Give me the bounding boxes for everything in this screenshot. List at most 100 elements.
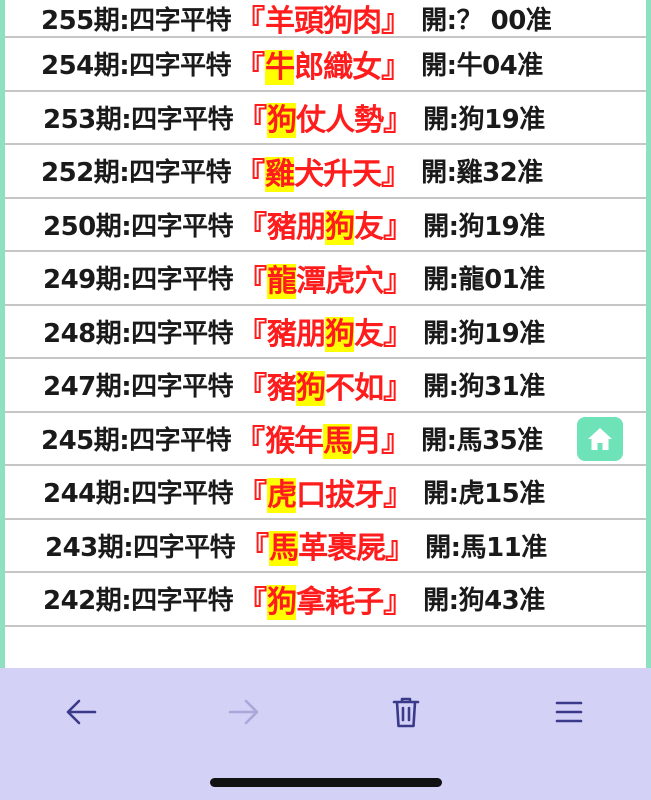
close-bracket: 』 [381,49,412,85]
menu-button[interactable] [539,688,599,736]
phrase-char: 郎 [294,49,324,85]
delete-button[interactable] [376,688,436,736]
phrase-char: 肉 [352,4,382,39]
open-bracket: 『 [237,477,268,513]
close-bracket: 』 [383,263,414,299]
phrase-char: 豬 [267,317,297,353]
phrase: 豬朋狗友 [267,202,384,246]
open-bracket: 『 [237,317,268,353]
result-label: 開:雞32准 [421,158,543,189]
phrase-char: 裹 [327,531,357,567]
highlighted-char: 狗 [325,317,355,353]
phrase-char: 人 [325,103,355,139]
highlighted-char: 雞 [265,156,295,192]
open-bracket: 『 [237,210,268,246]
phrase-char: 天 [352,156,382,192]
period-label: 250期:四字平特 [43,211,234,242]
phrase-char: 子 [354,584,384,620]
close-bracket: 』 [383,103,414,139]
phrase: 雞犬升天 [265,149,382,193]
period-label: 253期:四字平特 [43,104,234,135]
phrase-char: 友 [354,317,384,353]
phrase-char: 朋 [296,210,326,246]
phrase-char: 虎 [325,263,355,299]
trash-icon [392,697,420,728]
result-label: 開:龍01准 [423,265,545,296]
open-bracket: 『 [237,103,268,139]
phrase-char: 拔 [325,477,355,513]
highlighted-char: 牛 [265,49,295,85]
highlighted-char: 狗 [267,103,297,139]
phrase-char: 勢 [354,103,384,139]
arrow-left-icon [66,699,97,725]
home-icon [588,428,612,450]
result-label: 開:馬11准 [425,532,547,563]
highlighted-char: 馬 [269,531,299,567]
result-label: 開:狗31准 [423,372,545,403]
open-bracket: 『 [235,49,266,85]
phrase: 馬革裹屍 [269,523,386,567]
phrase-char: 潭 [296,263,326,299]
menu-icon [555,701,583,723]
period-label: 247期:四字平特 [43,372,234,403]
back-button[interactable] [51,688,111,736]
phrase: 龍潭虎穴 [267,256,384,300]
table-row: 250期:四字平特『豬朋狗友』開:狗19准 [5,199,646,252]
phrase-char: 年 [294,424,324,460]
table-row: 249期:四字平特『龍潭虎穴』開:龍01准 [5,252,646,306]
result-label: 開:？ 00准 [421,5,552,36]
phrase-char: 拿 [296,584,326,620]
table-row: 247期:四字平特『豬狗不如』開:狗31准 [5,359,646,413]
open-bracket: 『 [237,263,268,299]
close-bracket: 』 [381,4,412,39]
phrase-char: 穴 [354,263,384,299]
highlighted-char: 狗 [296,370,326,406]
phrase-char: 頭 [294,4,324,39]
phrase: 豬狗不如 [267,363,384,407]
period-label: 242期:四字平特 [43,586,234,617]
open-bracket: 『 [235,4,266,39]
phrase: 豬朋狗友 [267,309,384,353]
open-bracket: 『 [235,424,266,460]
forward-button[interactable] [214,688,274,736]
phrase-char: 狗 [323,4,353,39]
table-row: 253期:四字平特『狗仗人勢』開:狗19准 [5,92,646,145]
prediction-list: 255期:四字平特『羊頭狗肉』開:？ 00准 254期:四字平特『牛郎織女』開:牛… [5,0,646,668]
highlighted-char: 狗 [325,210,355,246]
home-indicator[interactable] [210,778,442,787]
close-bracket: 』 [383,584,414,620]
phrase-char: 口 [296,477,326,513]
phrase-char: 犬 [294,156,324,192]
period-label: 243期:四字平特 [45,532,236,563]
open-bracket: 『 [239,531,270,567]
highlighted-char: 狗 [267,584,297,620]
period-label: 249期:四字平特 [43,265,234,296]
phrase: 虎口拔牙 [267,470,384,514]
table-row: 244期:四字平特『虎口拔牙』開:虎15准 [5,466,646,520]
phrase-char: 豬 [267,210,297,246]
table-row: 243期:四字平特『馬革裹屍』開:馬11准 [5,520,646,573]
close-bracket: 』 [385,531,416,567]
close-bracket: 』 [381,424,412,460]
period-label: 245期:四字平特 [41,425,232,456]
result-label: 開:狗43准 [423,586,545,617]
phrase-char: 朋 [296,317,326,353]
close-bracket: 』 [383,317,414,353]
phrase-char: 羊 [265,4,295,39]
period-label: 254期:四字平特 [41,51,232,82]
table-row: 245期:四字平特『猴年馬月』開:馬35准 [5,413,646,466]
close-bracket: 』 [383,210,414,246]
phrase-char: 耗 [325,584,355,620]
phrase-char: 豬 [267,370,297,406]
table-row: 255期:四字平特『羊頭狗肉』開:？ 00准 [5,0,646,40]
phrase-char: 仗 [296,103,326,139]
phrase-char: 月 [352,424,382,460]
phrase: 狗仗人勢 [267,95,384,139]
result-label: 開:虎15准 [423,479,545,510]
phrase-char: 如 [354,370,384,406]
result-label: 開:馬35准 [421,425,543,456]
period-label: 244期:四字平特 [43,479,234,510]
phrase: 羊頭狗肉 [265,0,382,40]
home-button[interactable] [577,417,623,461]
arrow-right-icon [228,699,259,725]
